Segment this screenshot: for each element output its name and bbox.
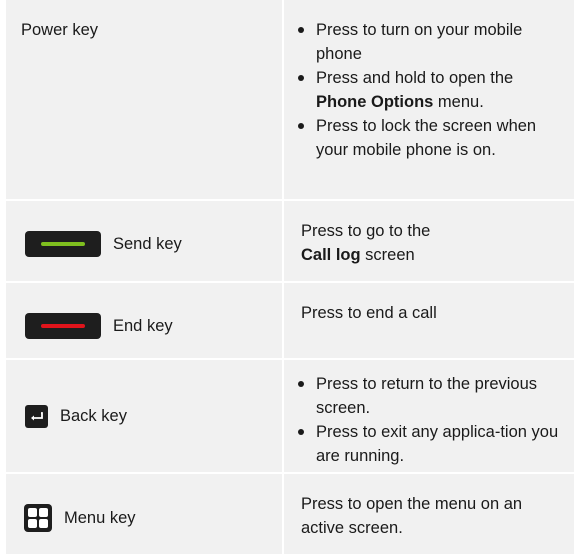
table-row: Send key Press to go to the Call log scr… [6, 199, 574, 281]
menu-grid-icon [24, 504, 52, 532]
key-description-cell: Press to return to the previous screen. … [284, 360, 574, 472]
key-name-cell: Send key [6, 201, 282, 281]
list-item: Press to return to the previous screen. [294, 372, 560, 420]
list-item: Press to turn on your mobile phone [294, 18, 560, 66]
menu-grid-square [28, 508, 37, 517]
bullet-list: Press to turn on your mobile phone Press… [294, 18, 560, 162]
description-line: Press to open the menu on an active scre… [301, 495, 523, 537]
end-key-icon [25, 312, 101, 339]
key-name-cell: Menu key [6, 474, 282, 554]
key-description-cell: Press to go to the Call log screen [284, 201, 574, 281]
keys-table: Power key Press to turn on your mobile p… [6, 0, 574, 554]
key-name: Back key [60, 407, 127, 425]
key-name: Menu key [64, 509, 136, 527]
menu-grid-square [39, 519, 48, 528]
list-item: Press to lock the screen when your mobil… [294, 114, 560, 162]
key-name-cell: Power key [6, 0, 282, 199]
table-row: Power key Press to turn on your mobile p… [6, 0, 574, 199]
key-name: End key [113, 316, 173, 335]
description-line: Call log screen [301, 246, 415, 264]
key-name-cell: Back key [6, 360, 282, 472]
key-description-cell: Press to turn on your mobile phone Press… [284, 0, 574, 199]
table-row: Menu key Press to open the menu on an ac… [6, 472, 574, 554]
key-name-cell: End key [6, 283, 282, 358]
back-arrow-icon [25, 404, 48, 428]
back-arrow-glyph [31, 411, 43, 420]
key-description-cell: Press to open the menu on an active scre… [284, 474, 574, 554]
bold-term: Call log [301, 246, 361, 264]
bold-term: Phone Options [316, 93, 434, 111]
list-item: Press and hold to open the Phone Options… [294, 66, 560, 114]
list-item: Press to exit any applica-tion you are r… [294, 420, 560, 468]
description-line: Press to go to the [301, 222, 431, 240]
end-key-stripe [41, 323, 85, 328]
send-key-icon [25, 231, 101, 257]
menu-grid-square [39, 508, 48, 517]
key-name: Send key [113, 235, 182, 253]
send-key-stripe [41, 242, 85, 246]
key-description-cell: Press to end a call [284, 283, 574, 358]
menu-grid-square [28, 519, 37, 528]
description-line: Press to end a call [301, 304, 437, 322]
table-row: Back key Press to return to the previous… [6, 358, 574, 472]
key-name: Power key [21, 21, 99, 39]
bullet-list: Press to return to the previous screen. … [294, 372, 560, 468]
table-row: End key Press to end a call [6, 281, 574, 358]
